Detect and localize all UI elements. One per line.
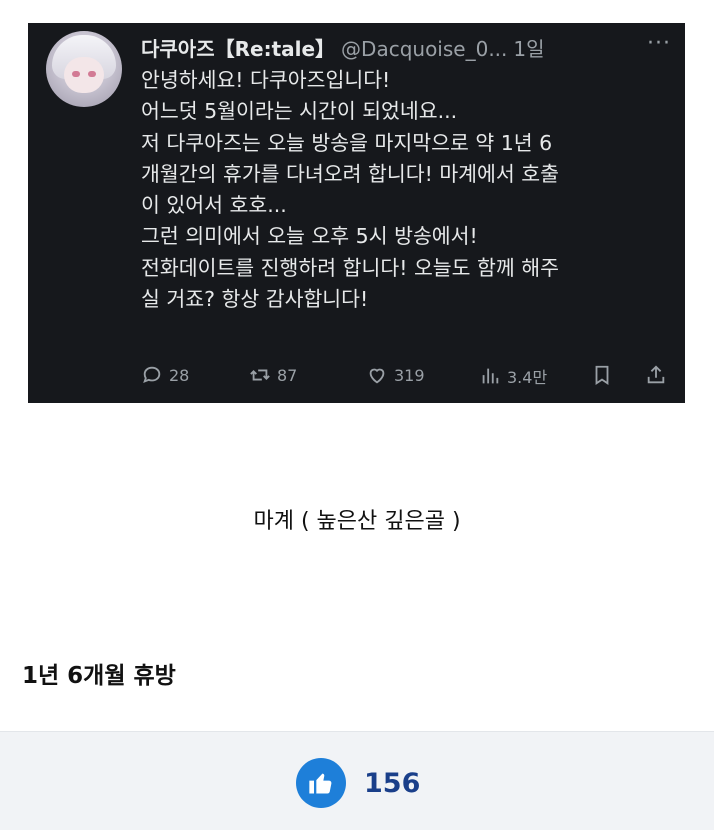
timestamp: 1일 bbox=[513, 37, 545, 61]
views-count: 3.4만 bbox=[507, 368, 548, 387]
tweet-line: 그런 의미에서 오늘 오후 5시 방송에서! bbox=[141, 224, 478, 249]
share-action[interactable] bbox=[645, 364, 667, 386]
reply-count: 28 bbox=[169, 365, 190, 385]
tweet-line: 저 다쿠아즈는 오늘 방송을 마지막으로 약 1년 6 bbox=[141, 130, 553, 155]
recommend-count: 156 bbox=[364, 767, 421, 799]
like-count: 319 bbox=[394, 365, 425, 385]
views-action[interactable]: 3.4만 bbox=[479, 364, 547, 388]
reply-action[interactable]: 28 bbox=[141, 364, 189, 386]
reply-icon bbox=[143, 366, 161, 383]
retweet-icon bbox=[250, 369, 270, 381]
retweet-action[interactable]: 87 bbox=[249, 364, 297, 386]
retweet-count: 87 bbox=[277, 365, 298, 385]
tweet-line: 전화데이트를 진행하려 합니다! 오늘도 함께 해주 bbox=[141, 255, 559, 280]
bookmark-action[interactable] bbox=[591, 364, 613, 386]
tweet-line: 안녕하세요! 다쿠아즈입니다! bbox=[141, 68, 391, 92]
tweet-actions: 28 87 319 3.4만 bbox=[141, 362, 671, 392]
heart-icon bbox=[369, 368, 385, 384]
tweet-screenshot: 다쿠아즈【Re:tale】 @Dacquoise_0... 1일 ··· 안녕하세요… bbox=[28, 23, 685, 403]
tweet-line: 이 있어서 호호... bbox=[141, 193, 287, 218]
more-icon[interactable]: ··· bbox=[647, 31, 671, 56]
tweet-body: 안녕하세요! 다쿠아즈입니다! 어느덧 5월이라는 시간이 되었네요... 저 … bbox=[141, 65, 671, 315]
post-headline: 1년 6개월 휴방 bbox=[22, 663, 176, 689]
tweet-line: 실 거죠? 항상 감사합니다! bbox=[141, 287, 369, 312]
footer-bar: 156 bbox=[0, 731, 714, 830]
recommend-button[interactable]: 156 bbox=[296, 758, 420, 808]
tweet-line: 개월간의 휴가를 다녀오려 합니다! 마계에서 호출 bbox=[141, 161, 559, 186]
handle: @Dacquoise_0... bbox=[341, 37, 508, 61]
views-icon bbox=[482, 368, 499, 384]
display-name: 다쿠아즈【Re:tale】 bbox=[141, 37, 336, 61]
avatar bbox=[46, 31, 122, 107]
thumbs-up-icon[interactable] bbox=[296, 758, 346, 808]
like-action[interactable]: 319 bbox=[366, 364, 425, 386]
share-icon bbox=[647, 365, 665, 384]
tweet-header: 다쿠아즈【Re:tale】 @Dacquoise_0... 1일 bbox=[141, 33, 545, 61]
bookmark-icon bbox=[595, 365, 609, 385]
tweet-line: 어느덧 5월이라는 시간이 되었네요... bbox=[141, 99, 458, 124]
image-caption: 마계 ( 높은산 깊은골 ) bbox=[253, 509, 461, 534]
